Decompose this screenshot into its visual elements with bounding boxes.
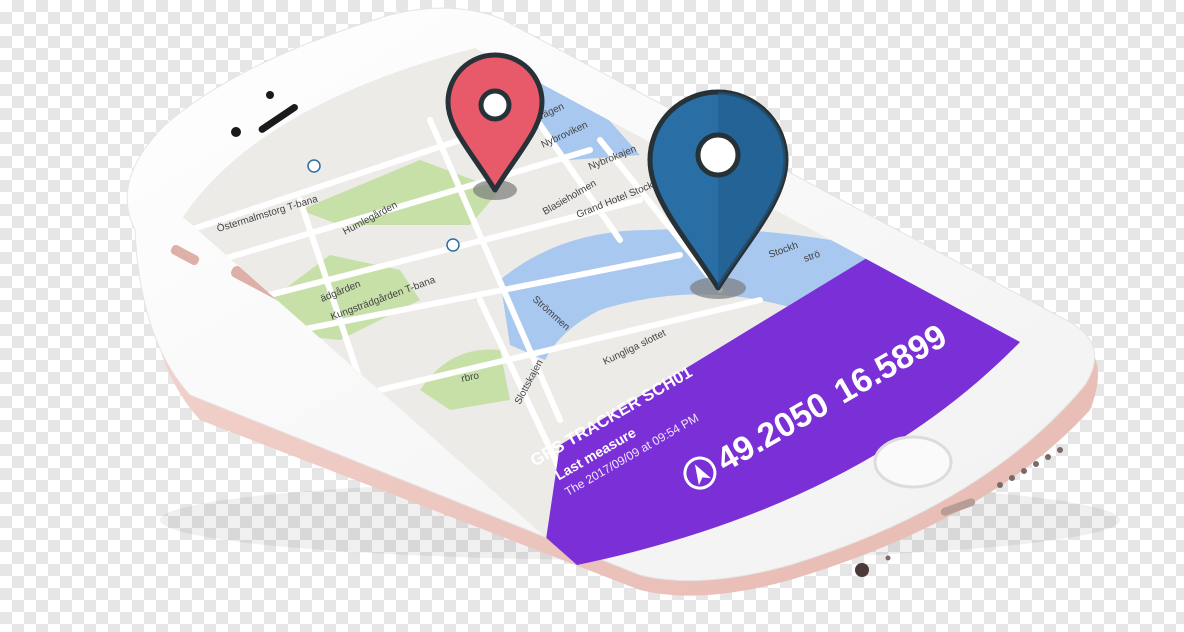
metro-icon <box>446 238 460 252</box>
front-camera <box>231 127 241 137</box>
metro-icon <box>307 159 321 173</box>
proximity-sensor <box>266 91 274 99</box>
home-button[interactable] <box>873 435 953 489</box>
headphone-jack <box>855 563 869 577</box>
origin-pin-hole <box>478 88 512 122</box>
phone-scene: Östermalmstorg T-bana Humlegården Nybrov… <box>126 7 1120 596</box>
bottom-screw <box>885 555 891 561</box>
current-pin-hole <box>695 132 741 178</box>
